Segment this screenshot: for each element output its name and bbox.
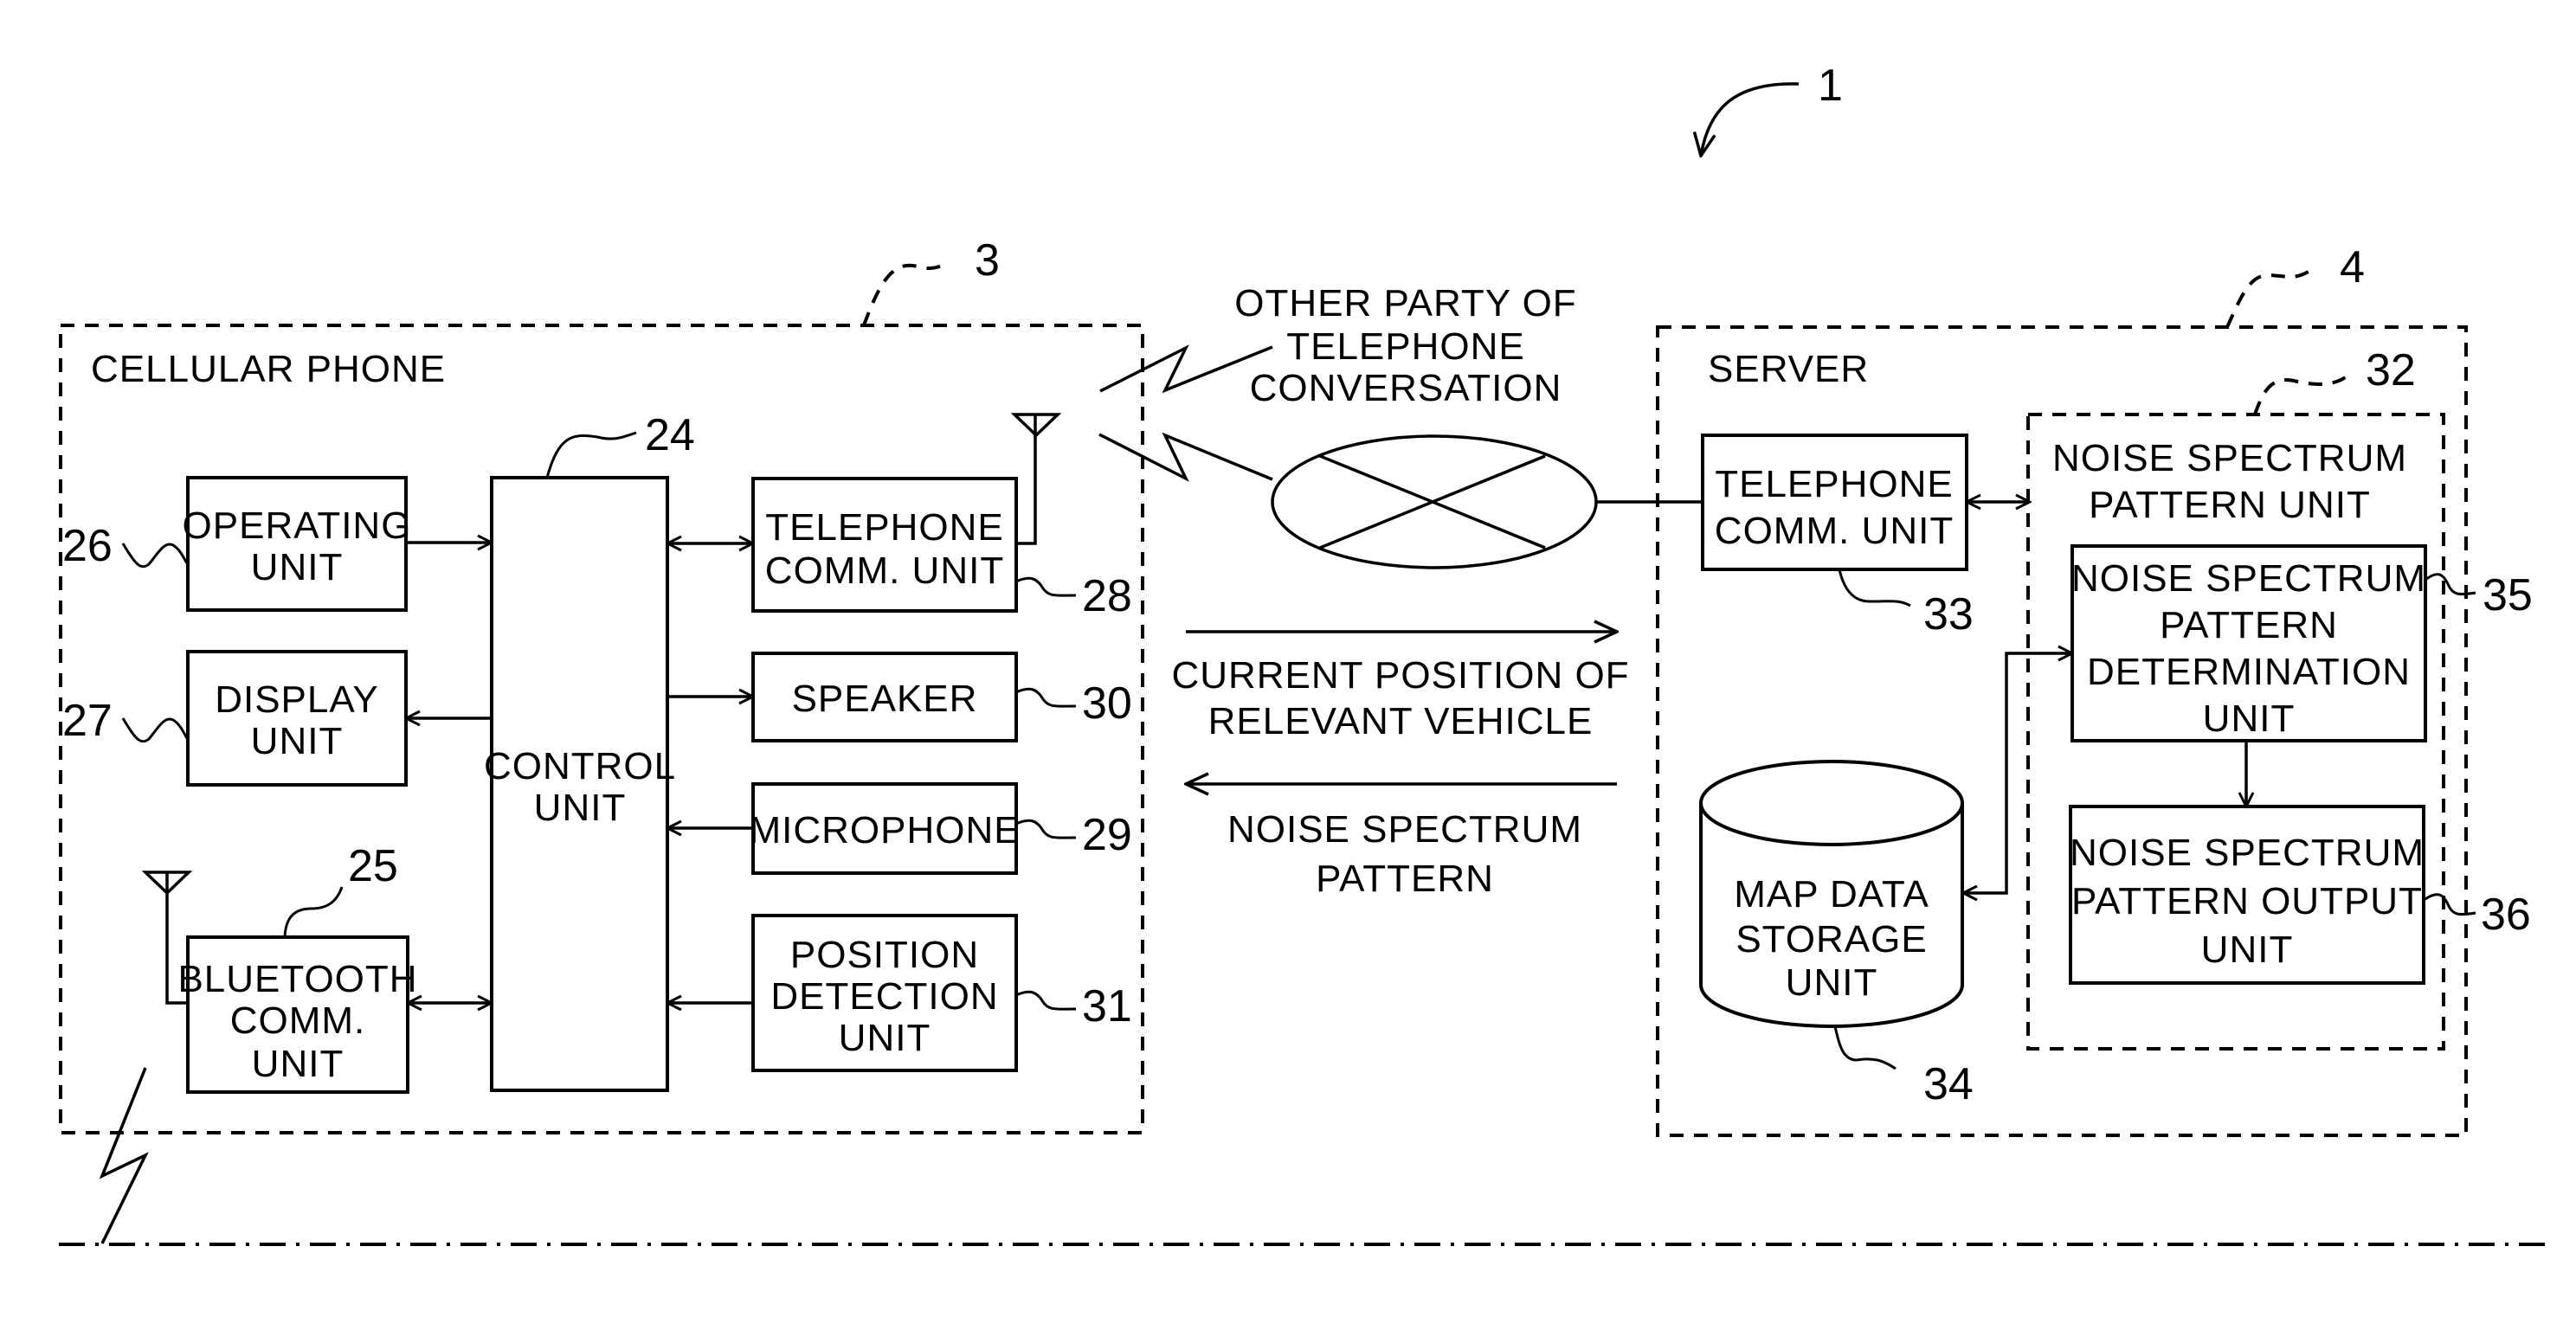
map-storage-line-2: STORAGE xyxy=(1736,918,1927,961)
server-telephone-unit-line-2: COMM. UNIT xyxy=(1715,510,1954,552)
system-ref-marker: 1 xyxy=(1701,61,1843,156)
arrow-map-storage-determination xyxy=(1963,653,2072,893)
system-ref-arrow xyxy=(1701,82,1800,156)
ref-leader-32 xyxy=(2253,372,2352,415)
nsp-output-line-3: UNIT xyxy=(2201,929,2294,971)
network-section: OTHER PARTY OF TELEPHONE CONVERSATION CU… xyxy=(1098,282,1703,900)
map-storage-line-3: UNIT xyxy=(1786,961,1878,1004)
server-container: 4 SERVER TELEPHONE COMM. UNIT 33 MAP DAT… xyxy=(1656,242,2533,1137)
control-unit-line-2: UNIT xyxy=(534,787,627,829)
wireless-link-lower-icon xyxy=(1098,432,1273,482)
ref-label-27: 27 xyxy=(62,696,113,746)
position-detection-line-3: UNIT xyxy=(839,1017,931,1059)
ref-leader-25 xyxy=(283,886,344,938)
block-diagram: 1 3 CELLULAR PHONE CONTROL UNIT 24 OPERA… xyxy=(59,61,2545,1246)
ref-leader-31 xyxy=(1015,990,1077,1011)
nsp-determination-line-3: DETERMINATION xyxy=(2087,651,2411,693)
phone-telephone-unit-line-1: TELEPHONE xyxy=(765,506,1004,549)
ref-label-4: 4 xyxy=(2340,242,2365,292)
bluetooth-unit-block[interactable]: BLUETOOTH COMM. UNIT xyxy=(177,935,417,1094)
ref-label-36: 36 xyxy=(2481,890,2531,940)
ref-label-1: 1 xyxy=(1818,61,1843,111)
downlink-label-line-1: NOISE SPECTRUM xyxy=(1227,808,1582,851)
display-unit-line-1: DISPLAY xyxy=(215,678,379,721)
ref-leader-4 xyxy=(2225,268,2313,328)
server-telephone-unit-block[interactable]: TELEPHONE COMM. UNIT xyxy=(1701,434,1968,571)
telephone-network-icon[interactable] xyxy=(1271,434,1598,569)
nsp-determination-line-4: UNIT xyxy=(2203,697,2296,740)
ref-label-32: 32 xyxy=(2366,345,2416,395)
position-detection-line-2: DETECTION xyxy=(770,975,998,1018)
ref-leader-30 xyxy=(1015,687,1077,708)
phone-telephone-unit-line-2: COMM. UNIT xyxy=(765,549,1004,592)
cellular-phone-container: 3 CELLULAR PHONE CONTROL UNIT 24 OPERATI… xyxy=(59,235,1144,1134)
uplink-label-line-2: RELEVANT VEHICLE xyxy=(1208,700,1594,742)
phone-antenna-icon xyxy=(1010,413,1062,545)
ref-label-34: 34 xyxy=(1923,1059,1974,1109)
ref-label-35: 35 xyxy=(2483,570,2533,620)
nsp-determination-line-1: NOISE SPECTRUM xyxy=(2071,557,2426,600)
ref-leader-34 xyxy=(1833,1025,1897,1070)
display-unit-line-2: UNIT xyxy=(251,720,344,762)
server-title: SERVER xyxy=(1708,348,1869,390)
ref-label-3: 3 xyxy=(975,235,1000,286)
nsp-determination-line-2: PATTERN xyxy=(2160,604,2338,646)
nsp-unit-title-line-1: NOISE SPECTRUM xyxy=(2052,437,2407,479)
ref-leader-33 xyxy=(1838,569,1911,607)
map-data-storage-cylinder[interactable]: MAP DATA STORAGE UNIT xyxy=(1699,760,1964,1028)
speaker-block[interactable]: SPEAKER xyxy=(751,652,1018,742)
nsp-output-line-2: PATTERN OUTPUT xyxy=(2071,880,2423,922)
other-party-line-2: TELEPHONE xyxy=(1286,325,1525,368)
nsp-determination-block[interactable]: NOISE SPECTRUM PATTERN DETERMINATION UNI… xyxy=(2070,544,2427,742)
ref-leader-28 xyxy=(1015,576,1077,597)
ref-leader-27 xyxy=(121,717,190,743)
ref-leader-3 xyxy=(862,260,950,326)
nsp-unit-container: 32 NOISE SPECTRUM PATTERN UNIT NOISE SPE… xyxy=(2026,345,2533,1051)
uplink-label-line-1: CURRENT POSITION OF xyxy=(1171,654,1629,697)
other-party-line-3: CONVERSATION xyxy=(1250,367,1562,409)
bluetooth-unit-line-3: UNIT xyxy=(252,1043,345,1085)
microphone-block[interactable]: MICROPHONE xyxy=(749,782,1020,875)
position-detection-line-1: POSITION xyxy=(790,934,979,976)
control-unit-line-1: CONTROL xyxy=(484,745,676,787)
microphone-label: MICROPHONE xyxy=(749,809,1020,851)
ref-label-24: 24 xyxy=(645,410,695,460)
map-storage-line-1: MAP DATA xyxy=(1734,873,1929,916)
nsp-output-block[interactable]: NOISE SPECTRUM PATTERN OUTPUT UNIT xyxy=(2069,805,2425,985)
ref-label-30: 30 xyxy=(1082,678,1132,729)
ref-leader-26 xyxy=(121,543,190,569)
cellular-phone-title: CELLULAR PHONE xyxy=(91,348,446,390)
speaker-label: SPEAKER xyxy=(792,678,978,720)
control-unit-block[interactable]: CONTROL UNIT xyxy=(484,476,676,1092)
ref-label-26: 26 xyxy=(62,521,113,571)
wireless-link-upper-icon xyxy=(1099,344,1273,394)
operating-unit-line-2: UNIT xyxy=(251,546,344,588)
ref-label-33: 33 xyxy=(1923,589,1974,639)
operating-unit-line-1: OPERATING xyxy=(183,504,412,547)
ref-leader-24 xyxy=(545,431,637,479)
position-detection-block[interactable]: POSITION DETECTION UNIT xyxy=(751,914,1018,1072)
nsp-unit-title-line-2: PATTERN UNIT xyxy=(2089,484,2371,526)
other-party-line-1: OTHER PARTY OF xyxy=(1234,282,1576,325)
wireless-link-vehicle-icon xyxy=(99,1067,149,1244)
ref-label-31: 31 xyxy=(1082,981,1132,1031)
operating-unit-block[interactable]: OPERATING UNIT xyxy=(183,476,412,612)
display-unit-block[interactable]: DISPLAY UNIT xyxy=(186,650,408,787)
ref-leader-29 xyxy=(1015,819,1077,839)
ref-label-25: 25 xyxy=(348,841,398,891)
bluetooth-unit-line-1: BLUETOOTH xyxy=(177,958,417,1000)
bluetooth-unit-line-2: COMM. xyxy=(230,999,366,1042)
ref-leader-35 xyxy=(2425,573,2476,596)
server-telephone-unit-line-1: TELEPHONE xyxy=(1715,463,1954,505)
phone-telephone-unit-block[interactable]: TELEPHONE COMM. UNIT xyxy=(751,477,1018,613)
nsp-output-line-1: NOISE SPECTRUM xyxy=(2070,832,2425,874)
ref-label-29: 29 xyxy=(1082,810,1132,860)
ref-label-28: 28 xyxy=(1082,571,1132,621)
downlink-label-line-2: PATTERN xyxy=(1316,858,1494,900)
